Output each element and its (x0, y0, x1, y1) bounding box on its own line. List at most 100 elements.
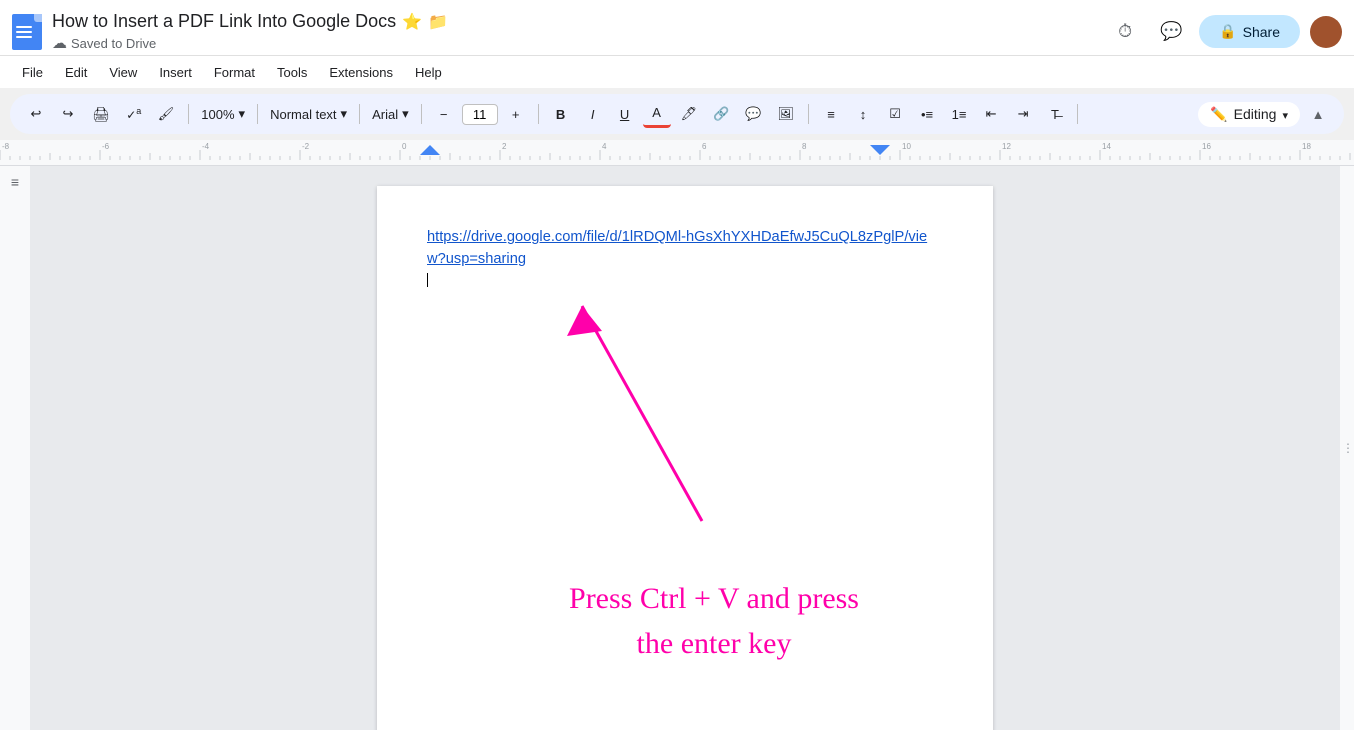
font-arrow: ▾ (402, 106, 409, 122)
menu-format[interactable]: Format (204, 61, 265, 84)
doc-title-row: How to Insert a PDF Link Into Google Doc… (52, 11, 1107, 32)
style-select[interactable]: Normal text ▾ (266, 100, 351, 128)
toolbar: ↩ ↪ 🖨 ✓a 🖌 100% ▾ Normal text ▾ Arial ▾ … (10, 94, 1344, 134)
italic-button[interactable]: I (579, 100, 607, 128)
comment-icon: 💬 (1160, 21, 1182, 42)
separator-6 (808, 104, 809, 124)
menu-tools[interactable]: Tools (267, 61, 317, 84)
font-size-plus-button[interactable]: + (502, 100, 530, 128)
ruler-svg: -8-6-4-2024681012141618 (0, 140, 1354, 160)
doc-page: https://drive.google.com/file/d/1lRDQMl-… (377, 186, 993, 730)
svg-text:12: 12 (1002, 142, 1011, 151)
svg-text:-6: -6 (102, 142, 110, 151)
separator-5 (538, 104, 539, 124)
header-right: ⏱ 💬 🔒 Share (1107, 14, 1342, 50)
menu-help[interactable]: Help (405, 61, 452, 84)
editing-chevron (1282, 106, 1288, 122)
history-button[interactable]: ⏱ (1107, 14, 1143, 50)
separator-2 (257, 104, 258, 124)
svg-text:4: 4 (602, 142, 607, 151)
svg-text:2: 2 (502, 142, 507, 151)
font-size-minus-button[interactable]: − (430, 100, 458, 128)
comments-button[interactable]: 💬 (1153, 14, 1189, 50)
paint-format-button[interactable]: 🖌 (152, 100, 181, 128)
highlight-button[interactable]: 🖊 (675, 100, 704, 128)
align-button[interactable]: ≡ (817, 100, 845, 128)
line-spacing-button[interactable]: ↕ (849, 100, 877, 128)
share-lock-icon: 🔒 (1219, 23, 1236, 40)
history-icon: ⏱ (1118, 21, 1132, 42)
numbered-list-button[interactable]: 1≡ (945, 100, 973, 128)
annotation-line1: Press Ctrl + V and press (569, 576, 859, 621)
menu-bar: File Edit View Insert Format Tools Exten… (0, 56, 1354, 88)
saved-status: ☁ Saved to Drive (52, 34, 1107, 52)
redo-button[interactable]: ↪ (54, 100, 82, 128)
separator-7 (1077, 104, 1078, 124)
svg-text:-4: -4 (202, 142, 210, 151)
folder-icon[interactable]: 📁 (428, 12, 448, 32)
separator-3 (359, 104, 360, 124)
bullet-list-button[interactable]: •≡ (913, 100, 941, 128)
comment-inline-button[interactable]: 💬 (739, 100, 767, 128)
doc-link[interactable]: https://drive.google.com/file/d/1lRDQMl-… (427, 229, 927, 267)
underline-button[interactable]: U (611, 100, 639, 128)
style-label: Normal text (270, 107, 336, 122)
font-select[interactable]: Arial ▾ (368, 100, 413, 128)
pencil-icon: ✏️ (1210, 106, 1227, 123)
title-bar: How to Insert a PDF Link Into Google Doc… (0, 0, 1354, 56)
zoom-select[interactable]: 100% ▾ (197, 100, 249, 128)
svg-text:-8: -8 (2, 142, 10, 151)
outline-icon[interactable]: ≡ (11, 174, 19, 190)
annotation-text: Press Ctrl + V and press the enter key (569, 576, 859, 666)
collapse-toolbar-button[interactable]: ▲ (1304, 100, 1332, 128)
indent-increase-button[interactable]: ⇥ (1009, 100, 1037, 128)
editing-button[interactable]: ✏️ Editing (1198, 102, 1300, 127)
left-sidebar: ≡ (0, 166, 30, 730)
share-button[interactable]: 🔒 Share (1199, 15, 1300, 48)
star-icon[interactable]: ⭐ (402, 12, 422, 32)
handle-dots-icon: ⋮ (1342, 441, 1352, 455)
bold-button[interactable]: B (547, 100, 575, 128)
menu-insert[interactable]: Insert (149, 61, 202, 84)
doc-title[interactable]: How to Insert a PDF Link Into Google Doc… (52, 11, 396, 32)
svg-text:6: 6 (702, 142, 707, 151)
ruler: -8-6-4-2024681012141618 (0, 140, 1354, 166)
clear-format-button[interactable]: T̶ (1041, 100, 1069, 128)
zoom-arrow: ▾ (239, 106, 246, 122)
avatar[interactable] (1310, 16, 1342, 48)
undo-button[interactable]: ↩ (22, 100, 50, 128)
annotation-line2: the enter key (569, 621, 859, 666)
text-cursor (427, 273, 428, 287)
doc-icon (12, 14, 42, 50)
style-arrow: ▾ (341, 106, 348, 122)
doc-content: https://drive.google.com/file/d/1lRDQMl-… (427, 226, 943, 288)
print-button[interactable]: 🖨 (86, 100, 116, 128)
menu-edit[interactable]: Edit (55, 61, 97, 84)
separator-1 (188, 104, 189, 124)
text-color-button[interactable]: A (643, 100, 671, 128)
indent-decrease-button[interactable]: ⇤ (977, 100, 1005, 128)
spellcheck-button[interactable]: ✓a (120, 100, 148, 128)
menu-file[interactable]: File (12, 61, 53, 84)
link-button[interactable]: 🔗 (707, 100, 735, 128)
saved-status-text: Saved to Drive (71, 36, 156, 51)
content-area: ≡ https://drive.google.com/file/d/1lRDQM… (0, 166, 1354, 730)
font-label: Arial (372, 107, 398, 122)
doc-scroll[interactable]: https://drive.google.com/file/d/1lRDQMl-… (30, 166, 1340, 730)
separator-4 (421, 104, 422, 124)
annotation-arrow (507, 266, 787, 526)
image-button[interactable]: 🖼 (772, 100, 801, 128)
right-collapse-handle[interactable]: ⋮ (1340, 166, 1354, 730)
checklist-button[interactable]: ☑ (881, 100, 909, 128)
svg-text:-2: -2 (302, 142, 310, 151)
svg-text:16: 16 (1202, 142, 1211, 151)
svg-text:0: 0 (402, 142, 407, 151)
share-label: Share (1243, 24, 1280, 40)
menu-extensions[interactable]: Extensions (319, 61, 403, 84)
font-size-box[interactable]: 11 (462, 104, 498, 125)
svg-text:14: 14 (1102, 142, 1111, 151)
svg-text:8: 8 (802, 142, 807, 151)
zoom-value: 100% (201, 107, 234, 122)
menu-view[interactable]: View (99, 61, 147, 84)
cloud-icon: ☁ (52, 34, 67, 52)
